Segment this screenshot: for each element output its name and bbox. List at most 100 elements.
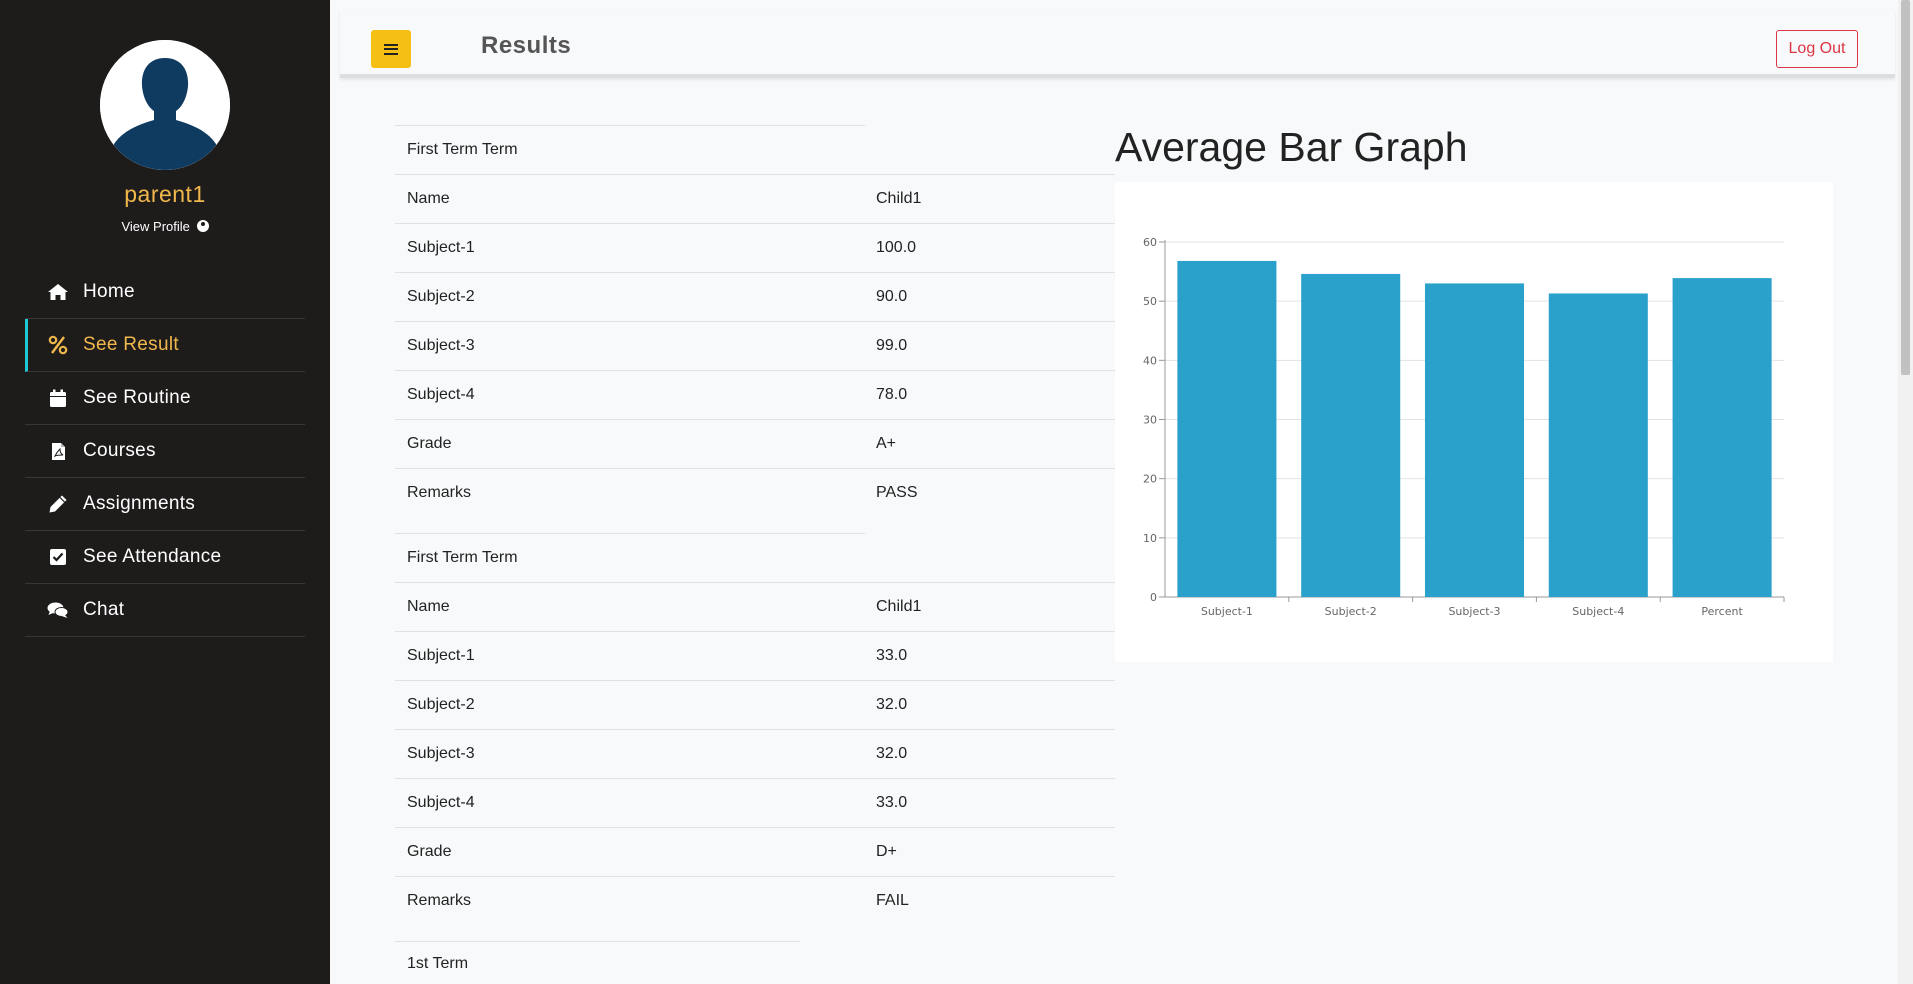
row-value: 100.0 [876, 239, 917, 256]
term-heading: First Term Term [395, 533, 865, 582]
menu-toggle-button[interactable] [371, 30, 411, 68]
sidebar-item-label: Assignments [83, 493, 196, 514]
row-value: 33.0 [876, 647, 908, 664]
table-row: Remarks FAIL [395, 876, 1115, 925]
hamburger-icon [384, 43, 398, 55]
row-label: Name [407, 190, 450, 207]
row-label: Grade [407, 843, 452, 860]
row-label: Subject-2 [407, 288, 475, 305]
sidebar-item-see-routine[interactable]: See Routine [25, 372, 305, 425]
chart-title: Average Bar Graph [1115, 124, 1468, 170]
x-tick-label: Subject-2 [1325, 605, 1377, 618]
user-circle-icon [196, 220, 209, 232]
y-tick-label: 60 [1143, 236, 1157, 249]
row-label: Subject-3 [407, 745, 475, 762]
row-value: D+ [876, 843, 897, 860]
y-tick-label: 40 [1143, 354, 1157, 367]
row-label: Remarks [407, 892, 472, 909]
y-tick-label: 30 [1143, 414, 1157, 427]
result-table: First Term Term Name Child1 Subject-1 100.… [395, 125, 1115, 533]
bar [1424, 283, 1525, 597]
bar [1301, 273, 1401, 597]
x-tick-label: Subject-4 [1572, 605, 1624, 618]
sidebar-item-see-result[interactable]: See Result [25, 319, 305, 372]
row-value: 90.0 [876, 288, 908, 305]
sidebar-item-label: Courses [83, 440, 156, 461]
bar-chart: 0 10 20 30 40 50 60 Subject-1 Subject-2 Subject-3… [1143, 236, 1785, 618]
table-row: Grade D+ [395, 827, 1115, 876]
y-tick-label: 10 [1143, 532, 1157, 545]
row-label: Grade [407, 435, 452, 452]
scrollbar-thumb[interactable] [1901, 0, 1910, 375]
x-tick-label: Subject-3 [1448, 605, 1500, 618]
row-value: 33.0 [876, 794, 908, 811]
sidebar-item-see-attendance[interactable]: See Attendance [25, 531, 305, 584]
sidebar-nav: Home See Result See Routine Courses Assi… [25, 266, 305, 637]
table-row: Subject-3 32.0 [395, 729, 1115, 778]
row-label: Subject-1 [407, 239, 475, 256]
sidebar-item-assignments[interactable]: Assignments [25, 478, 305, 531]
user-silhouette-icon [100, 40, 230, 170]
row-label: Subject-2 [407, 696, 475, 713]
results-tables: First Term Term Name Child1 Subject-1 100.… [395, 125, 1115, 984]
row-value: Child1 [876, 190, 922, 207]
table-row: Name Child1 [395, 582, 1115, 631]
table-row: Remarks PASS [395, 468, 1115, 517]
sidebar-item-courses[interactable]: Courses [25, 425, 305, 478]
comments-icon [47, 600, 69, 620]
y-tick-label: 20 [1143, 473, 1157, 486]
row-value: 99.0 [876, 337, 908, 354]
row-value: Child1 [876, 598, 922, 615]
file-pdf-icon [47, 441, 69, 461]
row-value: A+ [876, 435, 897, 452]
sidebar-item-chat[interactable]: Chat [25, 584, 305, 637]
row-value: 78.0 [876, 386, 908, 403]
sidebar-item-label: Chat [83, 599, 125, 620]
view-profile-link[interactable]: View Profile [0, 219, 330, 234]
sidebar-item-label: See Routine [83, 387, 191, 408]
table-row: Subject-4 78.0 [395, 370, 1115, 419]
pencil-icon [47, 494, 69, 514]
y-tick-label: 50 [1143, 295, 1157, 308]
check-square-icon [47, 547, 69, 567]
sidebar-item-home[interactable]: Home [25, 266, 305, 319]
row-label: Subject-4 [407, 386, 475, 403]
row-label: Remarks [407, 484, 472, 501]
table-row: Subject-1 33.0 [395, 631, 1115, 680]
result-table: First Term Term Name Child1 Subject-1 33.0… [395, 533, 1115, 941]
percent-icon [47, 335, 69, 355]
bar [1548, 293, 1648, 597]
bar [1672, 278, 1772, 597]
term-heading: First Term Term [395, 125, 865, 174]
avatar[interactable] [100, 40, 230, 170]
table-row: Subject-2 90.0 [395, 272, 1115, 321]
table-row: Name Child1 [395, 174, 1115, 223]
table-row: Grade A+ [395, 419, 1115, 468]
table-row: Subject-4 33.0 [395, 778, 1115, 827]
home-icon [47, 282, 69, 302]
sidebar: parent1 View Profile Home See Result See… [0, 0, 330, 984]
x-tick-label: Subject-1 [1201, 605, 1253, 618]
sidebar-item-label: Home [83, 281, 135, 302]
table-row: Subject-1 100.0 [395, 223, 1115, 272]
topbar: Results Log Out [340, 10, 1895, 78]
row-value: FAIL [876, 892, 909, 909]
row-value: PASS [876, 484, 918, 501]
vertical-scrollbar[interactable] [1898, 0, 1913, 984]
y-tick-label: 0 [1150, 591, 1157, 604]
row-label: Subject-1 [407, 647, 475, 664]
calendar-icon [47, 388, 69, 408]
x-tick-label: Percent [1701, 605, 1743, 618]
row-label: Subject-4 [407, 794, 475, 811]
bar [1177, 260, 1277, 597]
table-row: Subject-2 32.0 [395, 680, 1115, 729]
page-title: Results [481, 32, 572, 59]
username: parent1 [124, 181, 206, 207]
logout-button[interactable]: Log Out [1776, 30, 1858, 68]
row-value: 32.0 [876, 745, 908, 762]
sidebar-item-label: See Attendance [83, 546, 222, 567]
row-label: Name [407, 598, 450, 615]
view-profile-label: View Profile [121, 219, 190, 234]
row-value: 32.0 [876, 696, 908, 713]
term-heading: 1st Term [395, 941, 800, 984]
